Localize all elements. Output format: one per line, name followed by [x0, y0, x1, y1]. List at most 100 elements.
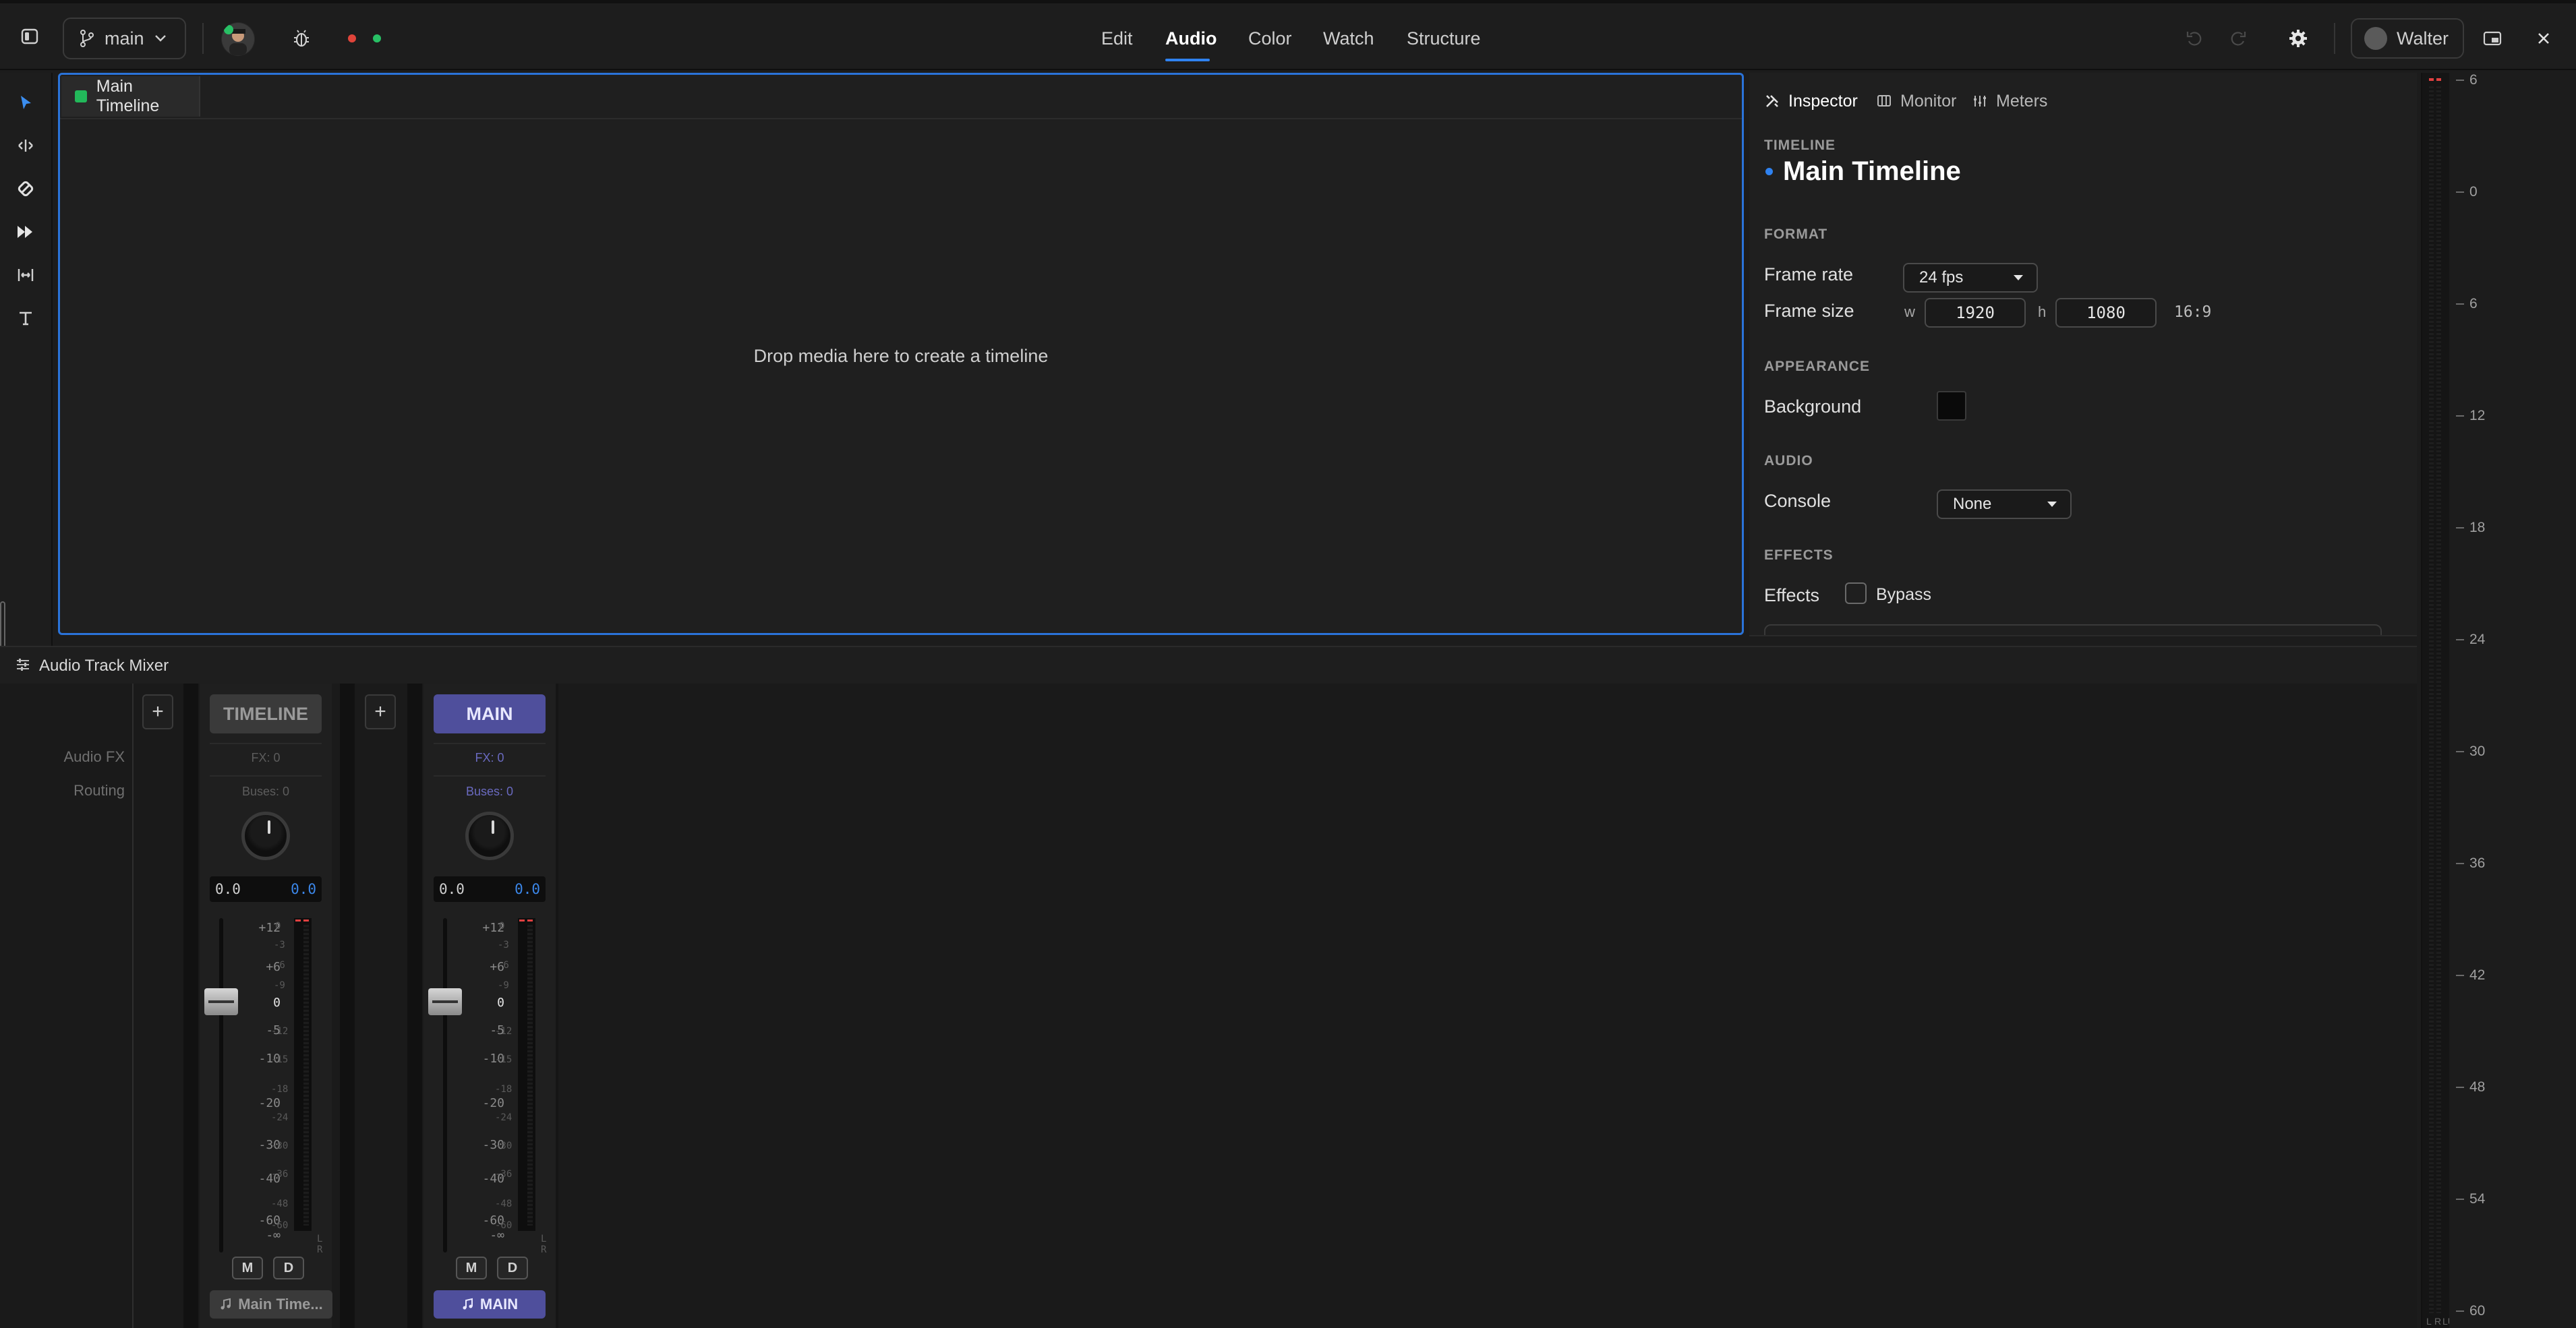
- scale-tick: [2456, 1199, 2464, 1200]
- output-button-main[interactable]: MAIN: [434, 1290, 546, 1319]
- clip-indicator-right: [2436, 78, 2441, 81]
- mini-meter-label: -48: [271, 1199, 289, 1209]
- width-input[interactable]: 1920: [1925, 298, 2026, 328]
- mixer-label-divider: [132, 684, 134, 1328]
- tab-watch[interactable]: Watch: [1323, 3, 1374, 73]
- meter-bar: [527, 925, 533, 1226]
- mixer-header: Audio Track Mixer: [0, 646, 2417, 685]
- knob-indicator: [268, 820, 270, 834]
- scale-tick: [2456, 191, 2464, 193]
- mini-meter-label: -15: [271, 1054, 289, 1065]
- bypass-checkbox[interactable]: [1845, 582, 1867, 604]
- add-track-button[interactable]: +: [142, 694, 173, 729]
- meter-footer-l: L: [2426, 1316, 2432, 1327]
- gear-icon[interactable]: [2282, 22, 2314, 55]
- add-bus-button[interactable]: +: [365, 694, 396, 729]
- tool-bar: [0, 73, 53, 659]
- effects-list[interactable]: [1764, 624, 2382, 635]
- dim-button[interactable]: D: [273, 1257, 304, 1279]
- mini-meter-label: -30: [495, 1141, 513, 1151]
- mini-meter-label: -12: [271, 1026, 289, 1037]
- slip-icon[interactable]: [9, 259, 42, 291]
- meter-bar-left: [2429, 86, 2434, 1313]
- avatar[interactable]: [221, 22, 255, 56]
- strip-fx-count[interactable]: FX: 0: [210, 751, 322, 765]
- fader-track[interactable]: [428, 918, 462, 1252]
- dim-button[interactable]: D: [497, 1257, 528, 1279]
- top-bar: main Edit Audio Color Watch Structure Wa…: [0, 0, 2576, 70]
- user-menu[interactable]: Walter: [2351, 18, 2464, 59]
- music-note-icon: [461, 1298, 475, 1311]
- gain-value[interactable]: 0.0: [291, 881, 316, 897]
- caret-down-icon: [2012, 274, 2024, 282]
- timeline-status-dot: [1765, 168, 1773, 175]
- chevron-down-icon: [154, 34, 167, 43]
- master-meter: L R LU: [2421, 73, 2455, 1328]
- console-dropdown[interactable]: None: [1937, 489, 2072, 519]
- channel-meter: [518, 918, 535, 1231]
- panel-resize-handle[interactable]: [0, 601, 5, 653]
- timeline-panel[interactable]: Main Timeline Drop media here to create …: [58, 73, 1744, 635]
- mute-button[interactable]: M: [232, 1257, 263, 1279]
- mini-meter-label: 0: [499, 921, 505, 932]
- height-input[interactable]: 1080: [2055, 298, 2157, 328]
- clip-indicator: [527, 919, 533, 922]
- close-icon[interactable]: [2527, 22, 2560, 55]
- tab-inspector-label: Inspector: [1788, 91, 1858, 111]
- pan-value[interactable]: 0.0: [215, 881, 241, 897]
- row-label-routing: Routing: [74, 782, 125, 799]
- row-label-audio-fx: Audio FX: [63, 748, 125, 765]
- aspect-ratio: 16:9: [2174, 303, 2212, 321]
- fader-scale-label: 0: [497, 996, 504, 1010]
- strip-name-main[interactable]: MAIN: [434, 694, 546, 733]
- mini-meter-label: -24: [271, 1112, 289, 1123]
- strip-buses-count[interactable]: Buses: 0: [210, 785, 322, 799]
- gain-value[interactable]: 0.0: [515, 881, 540, 897]
- mini-meter-footer: L R: [541, 1234, 547, 1255]
- active-tab-underline: [1165, 59, 1210, 61]
- branch-selector[interactable]: main: [63, 18, 186, 59]
- forward-icon[interactable]: [9, 216, 42, 248]
- tab-meters-label: Meters: [1996, 91, 2048, 111]
- pan-knob[interactable]: [241, 812, 290, 860]
- mixer-title: Audio Track Mixer: [39, 657, 169, 675]
- pan-value[interactable]: 0.0: [439, 881, 465, 897]
- tools-icon: [1764, 93, 1780, 109]
- tab-color[interactable]: Color: [1248, 3, 1292, 73]
- strip-values: 0.0 0.0: [210, 876, 322, 902]
- scale-label: 42: [2469, 967, 2486, 983]
- tab-inspector[interactable]: Inspector: [1764, 85, 1858, 117]
- tab-edit[interactable]: Edit: [1101, 3, 1133, 73]
- tab-audio[interactable]: Audio: [1165, 3, 1217, 73]
- pointer-icon[interactable]: [9, 86, 42, 119]
- tab-meters[interactable]: Meters: [1972, 85, 2047, 117]
- razor-icon[interactable]: [9, 173, 42, 205]
- meters-icon: [1972, 93, 1988, 109]
- tab-monitor[interactable]: Monitor: [1876, 85, 1956, 117]
- bug-icon[interactable]: [285, 22, 318, 55]
- output-button-timeline[interactable]: Main Time...: [210, 1290, 332, 1319]
- console-label: Console: [1764, 491, 1832, 511]
- tab-structure[interactable]: Structure: [1407, 3, 1481, 73]
- drop-zone-text: Drop media here to create a timeline: [753, 346, 1049, 366]
- picture-in-picture-icon[interactable]: [2476, 22, 2509, 55]
- fader-track[interactable]: [204, 918, 238, 1252]
- pan-knob[interactable]: [465, 812, 514, 860]
- scale-label: 36: [2469, 855, 2486, 871]
- divider: [2334, 23, 2335, 54]
- background-color-swatch[interactable]: [1937, 391, 1966, 421]
- strip-buses-count[interactable]: Buses: 0: [434, 785, 546, 799]
- clip-indicator: [303, 919, 309, 922]
- scale-tick: [2456, 527, 2464, 529]
- text-icon[interactable]: [9, 302, 42, 334]
- sidebar-toggle-icon[interactable]: [13, 20, 46, 53]
- strip-name-timeline[interactable]: TIMELINE: [210, 694, 322, 733]
- mute-button[interactable]: M: [456, 1257, 487, 1279]
- timeline-tab[interactable]: Main Timeline: [61, 76, 200, 117]
- strip-fx-count[interactable]: FX: 0: [434, 751, 546, 765]
- frame-rate-dropdown[interactable]: 24 fps: [1903, 263, 2038, 293]
- trim-icon[interactable]: [9, 129, 42, 162]
- redo-icon[interactable]: [2222, 22, 2254, 55]
- effects-label: Effects: [1764, 585, 1820, 605]
- undo-icon[interactable]: [2178, 22, 2211, 55]
